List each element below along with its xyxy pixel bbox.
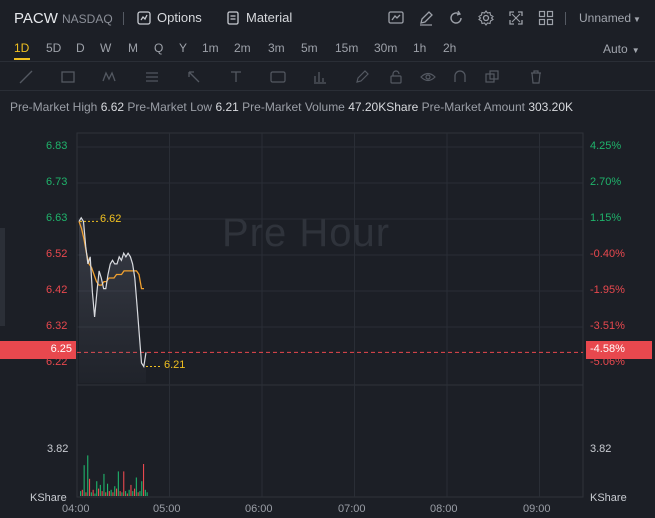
volume-bar: [98, 488, 100, 496]
percent-tick: -0.40%: [590, 248, 625, 260]
volume-bar: [134, 488, 136, 496]
time-tick: 07:00: [338, 503, 366, 515]
percent-tick: -1.95%: [590, 284, 625, 296]
volume-bar: [85, 492, 87, 496]
volume-bar: [90, 492, 92, 496]
volume-bars: [80, 455, 148, 496]
percent-tick: 2.70%: [590, 176, 622, 188]
percent-tick: -3.51%: [590, 320, 625, 332]
volume-bar: [121, 492, 123, 496]
volume-bar: [141, 481, 143, 496]
price-tick: 6.83: [46, 140, 68, 152]
volume-bar: [105, 492, 107, 496]
price-tick: 6.52: [46, 248, 68, 260]
price-tick: 6.42: [46, 284, 68, 296]
current-price-badge: 6.25: [0, 341, 76, 359]
volume-bar: [137, 492, 139, 496]
volume-bar: [130, 484, 132, 496]
volume-bar: [96, 481, 98, 496]
volume-bar: [81, 489, 83, 496]
volume-bar: [107, 483, 109, 496]
volume-bar: [83, 465, 85, 496]
current-price: 6.25: [50, 343, 72, 355]
volume-bar: [114, 486, 116, 496]
price-area-fill: [79, 217, 146, 383]
percent-tick: 1.15%: [590, 212, 622, 224]
volume-bar: [125, 491, 127, 496]
volume-tick-left: 3.82: [47, 443, 69, 455]
time-tick: 08:00: [430, 503, 458, 515]
volume-bar: [110, 489, 112, 496]
session-watermark: Pre Hour: [222, 211, 391, 255]
volume-bar: [143, 464, 145, 496]
time-tick: 04:00: [62, 503, 90, 515]
volume-bar: [144, 489, 146, 496]
volume-bar: [80, 491, 82, 496]
volume-bar: [101, 491, 103, 496]
volume-bar: [139, 491, 141, 496]
volume-bar: [116, 488, 118, 496]
time-tick: 09:00: [523, 503, 551, 515]
high-marker-label: 6.62: [100, 213, 122, 225]
current-change: -4.58%: [590, 343, 625, 355]
chart-grid: [76, 132, 584, 498]
volume-bar: [135, 477, 137, 496]
volume-bar: [94, 493, 96, 496]
volume-bar: [112, 492, 114, 496]
chart-frame: [76, 132, 584, 498]
volume-tick-right: 3.82: [590, 443, 612, 455]
percent-tick: 4.25%: [590, 140, 622, 152]
current-change-badge: -4.58%: [586, 341, 652, 359]
price-tick: 6.63: [46, 212, 68, 224]
volume-bar: [89, 478, 91, 496]
price-area: [79, 217, 146, 383]
volume-bar: [103, 473, 105, 496]
volume-bar: [117, 471, 119, 496]
volume-bar: [128, 489, 130, 496]
time-tick: 05:00: [153, 503, 181, 515]
volume-bar: [123, 471, 125, 496]
volume-bar: [92, 489, 94, 496]
volume-bar: [146, 492, 148, 496]
price-tick: 6.32: [46, 320, 68, 332]
volume-bar: [126, 493, 128, 496]
volume-bar: [87, 455, 89, 496]
price-chart[interactable]: [0, 0, 655, 518]
volume-bar: [132, 491, 134, 496]
time-tick: 06:00: [245, 503, 273, 515]
volume-bar: [119, 491, 121, 496]
volume-bar: [108, 491, 110, 496]
low-marker-label: 6.21: [164, 359, 186, 371]
volume-unit-right: KShare: [590, 492, 627, 504]
price-tick: 6.73: [46, 176, 68, 188]
volume-bar: [99, 484, 101, 496]
